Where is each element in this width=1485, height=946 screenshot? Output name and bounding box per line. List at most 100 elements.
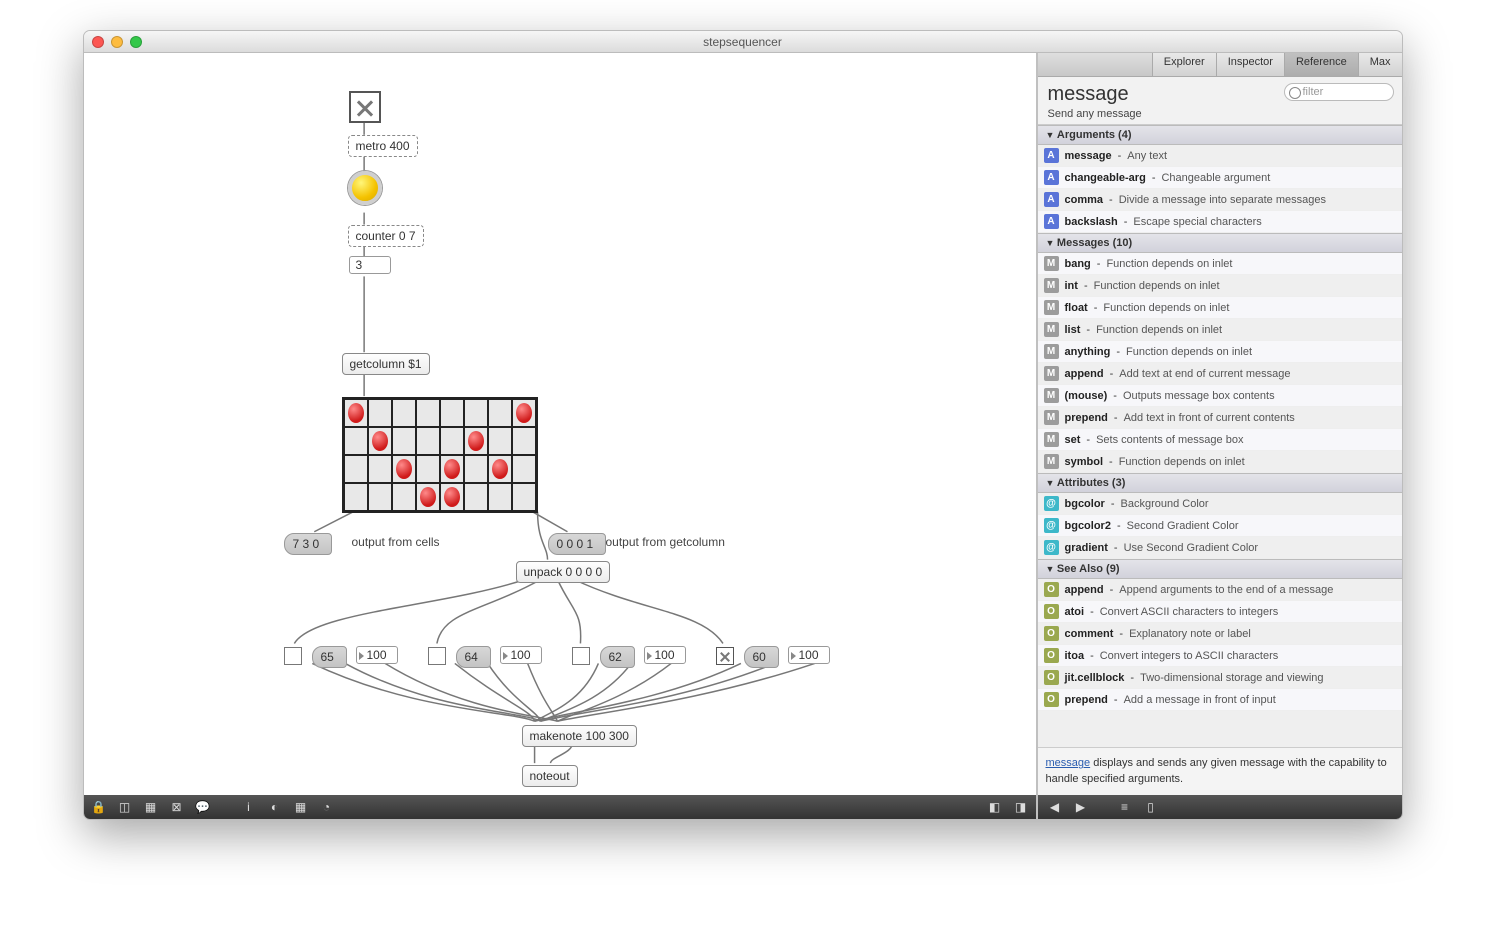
- reference-row[interactable]: Mset - Sets contents of message box: [1038, 429, 1402, 451]
- matrix-cell[interactable]: [392, 483, 416, 511]
- lock-icon[interactable]: 🔒: [90, 798, 108, 816]
- reference-row[interactable]: Mappend - Add text at end of current mes…: [1038, 363, 1402, 385]
- page-icon[interactable]: ▯: [1142, 798, 1160, 816]
- matrix-cell[interactable]: [344, 427, 368, 455]
- reference-row[interactable]: Ocomment - Explanatory note or label: [1038, 623, 1402, 645]
- matrix-cell[interactable]: [392, 455, 416, 483]
- unpack-object[interactable]: unpack 0 0 0 0: [516, 561, 611, 583]
- reference-row[interactable]: Oitoa - Convert integers to ASCII charac…: [1038, 645, 1402, 667]
- reference-row[interactable]: Mbang - Function depends on inlet: [1038, 253, 1402, 275]
- tab-inspector[interactable]: Inspector: [1216, 53, 1284, 76]
- matrix-cell[interactable]: [512, 399, 536, 427]
- voice-velocity[interactable]: 100: [500, 646, 542, 664]
- matrix-cell[interactable]: [464, 483, 488, 511]
- matrix-cell[interactable]: [416, 483, 440, 511]
- step-number[interactable]: 3: [349, 256, 391, 274]
- section-header[interactable]: Attributes (3): [1038, 473, 1402, 493]
- matrix-cell[interactable]: [440, 455, 464, 483]
- master-toggle[interactable]: [349, 91, 381, 123]
- zoom-icon[interactable]: [130, 36, 142, 48]
- matrix-cell[interactable]: [440, 427, 464, 455]
- comment-icon[interactable]: 💬: [194, 798, 212, 816]
- bang-button[interactable]: [348, 171, 382, 205]
- reference-row[interactable]: Ojit.cellblock - Two-dimensional storage…: [1038, 667, 1402, 689]
- reference-row[interactable]: Manything - Function depends on inlet: [1038, 341, 1402, 363]
- grid-icon[interactable]: ▦: [292, 798, 310, 816]
- reference-row[interactable]: Oprepend - Add a message in front of inp…: [1038, 689, 1402, 711]
- voice-velocity[interactable]: 100: [356, 646, 398, 664]
- list-icon[interactable]: ≡: [1116, 798, 1134, 816]
- forward-icon[interactable]: ▶: [1072, 798, 1090, 816]
- reference-row[interactable]: @bgcolor - Background Color: [1038, 493, 1402, 515]
- reference-row[interactable]: Mprepend - Add text in front of current …: [1038, 407, 1402, 429]
- matrixctrl[interactable]: [342, 397, 538, 513]
- patcher-canvas[interactable]: metro 400 counter 0 7 3 getcolumn $1 7 3…: [84, 53, 1037, 819]
- makenote-object[interactable]: makenote 100 300: [522, 725, 637, 747]
- voice-toggle[interactable]: [716, 647, 734, 665]
- getcolumn-message[interactable]: getcolumn $1: [342, 353, 430, 375]
- voice-toggle[interactable]: [572, 647, 590, 665]
- reference-row[interactable]: Oatoi - Convert ASCII characters to inte…: [1038, 601, 1402, 623]
- matrix-cell[interactable]: [488, 483, 512, 511]
- back-icon[interactable]: ◀: [1046, 798, 1064, 816]
- matrix-cell[interactable]: [368, 427, 392, 455]
- voice-note[interactable]: 65: [312, 646, 347, 668]
- tab-explorer[interactable]: Explorer: [1152, 53, 1216, 76]
- matrix-cell[interactable]: [512, 427, 536, 455]
- matrix-cell[interactable]: [368, 483, 392, 511]
- tab-reference[interactable]: Reference: [1284, 53, 1358, 76]
- voice-note[interactable]: 62: [600, 646, 635, 668]
- minimize-icon[interactable]: [111, 36, 123, 48]
- voice-note[interactable]: 64: [456, 646, 491, 668]
- sidebar-right-icon[interactable]: ◨: [1012, 798, 1030, 816]
- reference-body[interactable]: Arguments (4)Amessage - Any textAchangea…: [1038, 125, 1402, 747]
- noteout-object[interactable]: noteout: [522, 765, 578, 787]
- matrix-cell[interactable]: [392, 427, 416, 455]
- matrix-cell[interactable]: [512, 455, 536, 483]
- matrix-cell[interactable]: [464, 455, 488, 483]
- reference-row[interactable]: Mfloat - Function depends on inlet: [1038, 297, 1402, 319]
- section-header[interactable]: Messages (10): [1038, 233, 1402, 253]
- reference-row[interactable]: Mlist - Function depends on inlet: [1038, 319, 1402, 341]
- matrix-cell[interactable]: [488, 455, 512, 483]
- reference-row[interactable]: Msymbol - Function depends on inlet: [1038, 451, 1402, 473]
- cells-output-message[interactable]: 7 3 0: [284, 533, 333, 555]
- sidebar-left-icon[interactable]: ◧: [986, 798, 1004, 816]
- matrix-cell[interactable]: [464, 427, 488, 455]
- column-output-message[interactable]: 0 0 0 1: [548, 533, 607, 555]
- section-header[interactable]: Arguments (4): [1038, 125, 1402, 145]
- matrix-cell[interactable]: [488, 399, 512, 427]
- audio-icon[interactable]: ◐: [266, 798, 284, 816]
- reference-row[interactable]: Amessage - Any text: [1038, 145, 1402, 167]
- voice-velocity[interactable]: 100: [644, 646, 686, 664]
- title-bar[interactable]: stepsequencer: [84, 31, 1402, 53]
- metro-object[interactable]: metro 400: [348, 135, 418, 157]
- presentation-icon[interactable]: ▦: [142, 798, 160, 816]
- zoom-icon-tb[interactable]: ⊠: [168, 798, 186, 816]
- ref-footer-link[interactable]: message: [1046, 757, 1091, 769]
- reference-row[interactable]: M(mouse) - Outputs message box contents: [1038, 385, 1402, 407]
- voice-note[interactable]: 60: [744, 646, 779, 668]
- reference-row[interactable]: Achangeable-arg - Changeable argument: [1038, 167, 1402, 189]
- matrix-cell[interactable]: [344, 399, 368, 427]
- voice-toggle[interactable]: [284, 647, 302, 665]
- matrix-cell[interactable]: [344, 455, 368, 483]
- matrix-cell[interactable]: [464, 399, 488, 427]
- new-view-icon[interactable]: ◫: [116, 798, 134, 816]
- reference-row[interactable]: Mint - Function depends on inlet: [1038, 275, 1402, 297]
- section-header[interactable]: See Also (9): [1038, 559, 1402, 579]
- matrix-cell[interactable]: [416, 399, 440, 427]
- filter-input[interactable]: filter: [1284, 83, 1394, 101]
- matrix-cell[interactable]: [344, 483, 368, 511]
- matrix-cell[interactable]: [416, 427, 440, 455]
- matrix-cell[interactable]: [368, 455, 392, 483]
- reference-row[interactable]: @gradient - Use Second Gradient Color: [1038, 537, 1402, 559]
- voice-toggle[interactable]: [428, 647, 446, 665]
- voice-velocity[interactable]: 100: [788, 646, 830, 664]
- matrix-cell[interactable]: [368, 399, 392, 427]
- tab-max[interactable]: Max: [1358, 53, 1402, 76]
- matrix-cell[interactable]: [392, 399, 416, 427]
- matrix-cell[interactable]: [440, 399, 464, 427]
- reference-row[interactable]: Abackslash - Escape special characters: [1038, 211, 1402, 233]
- close-icon[interactable]: [92, 36, 104, 48]
